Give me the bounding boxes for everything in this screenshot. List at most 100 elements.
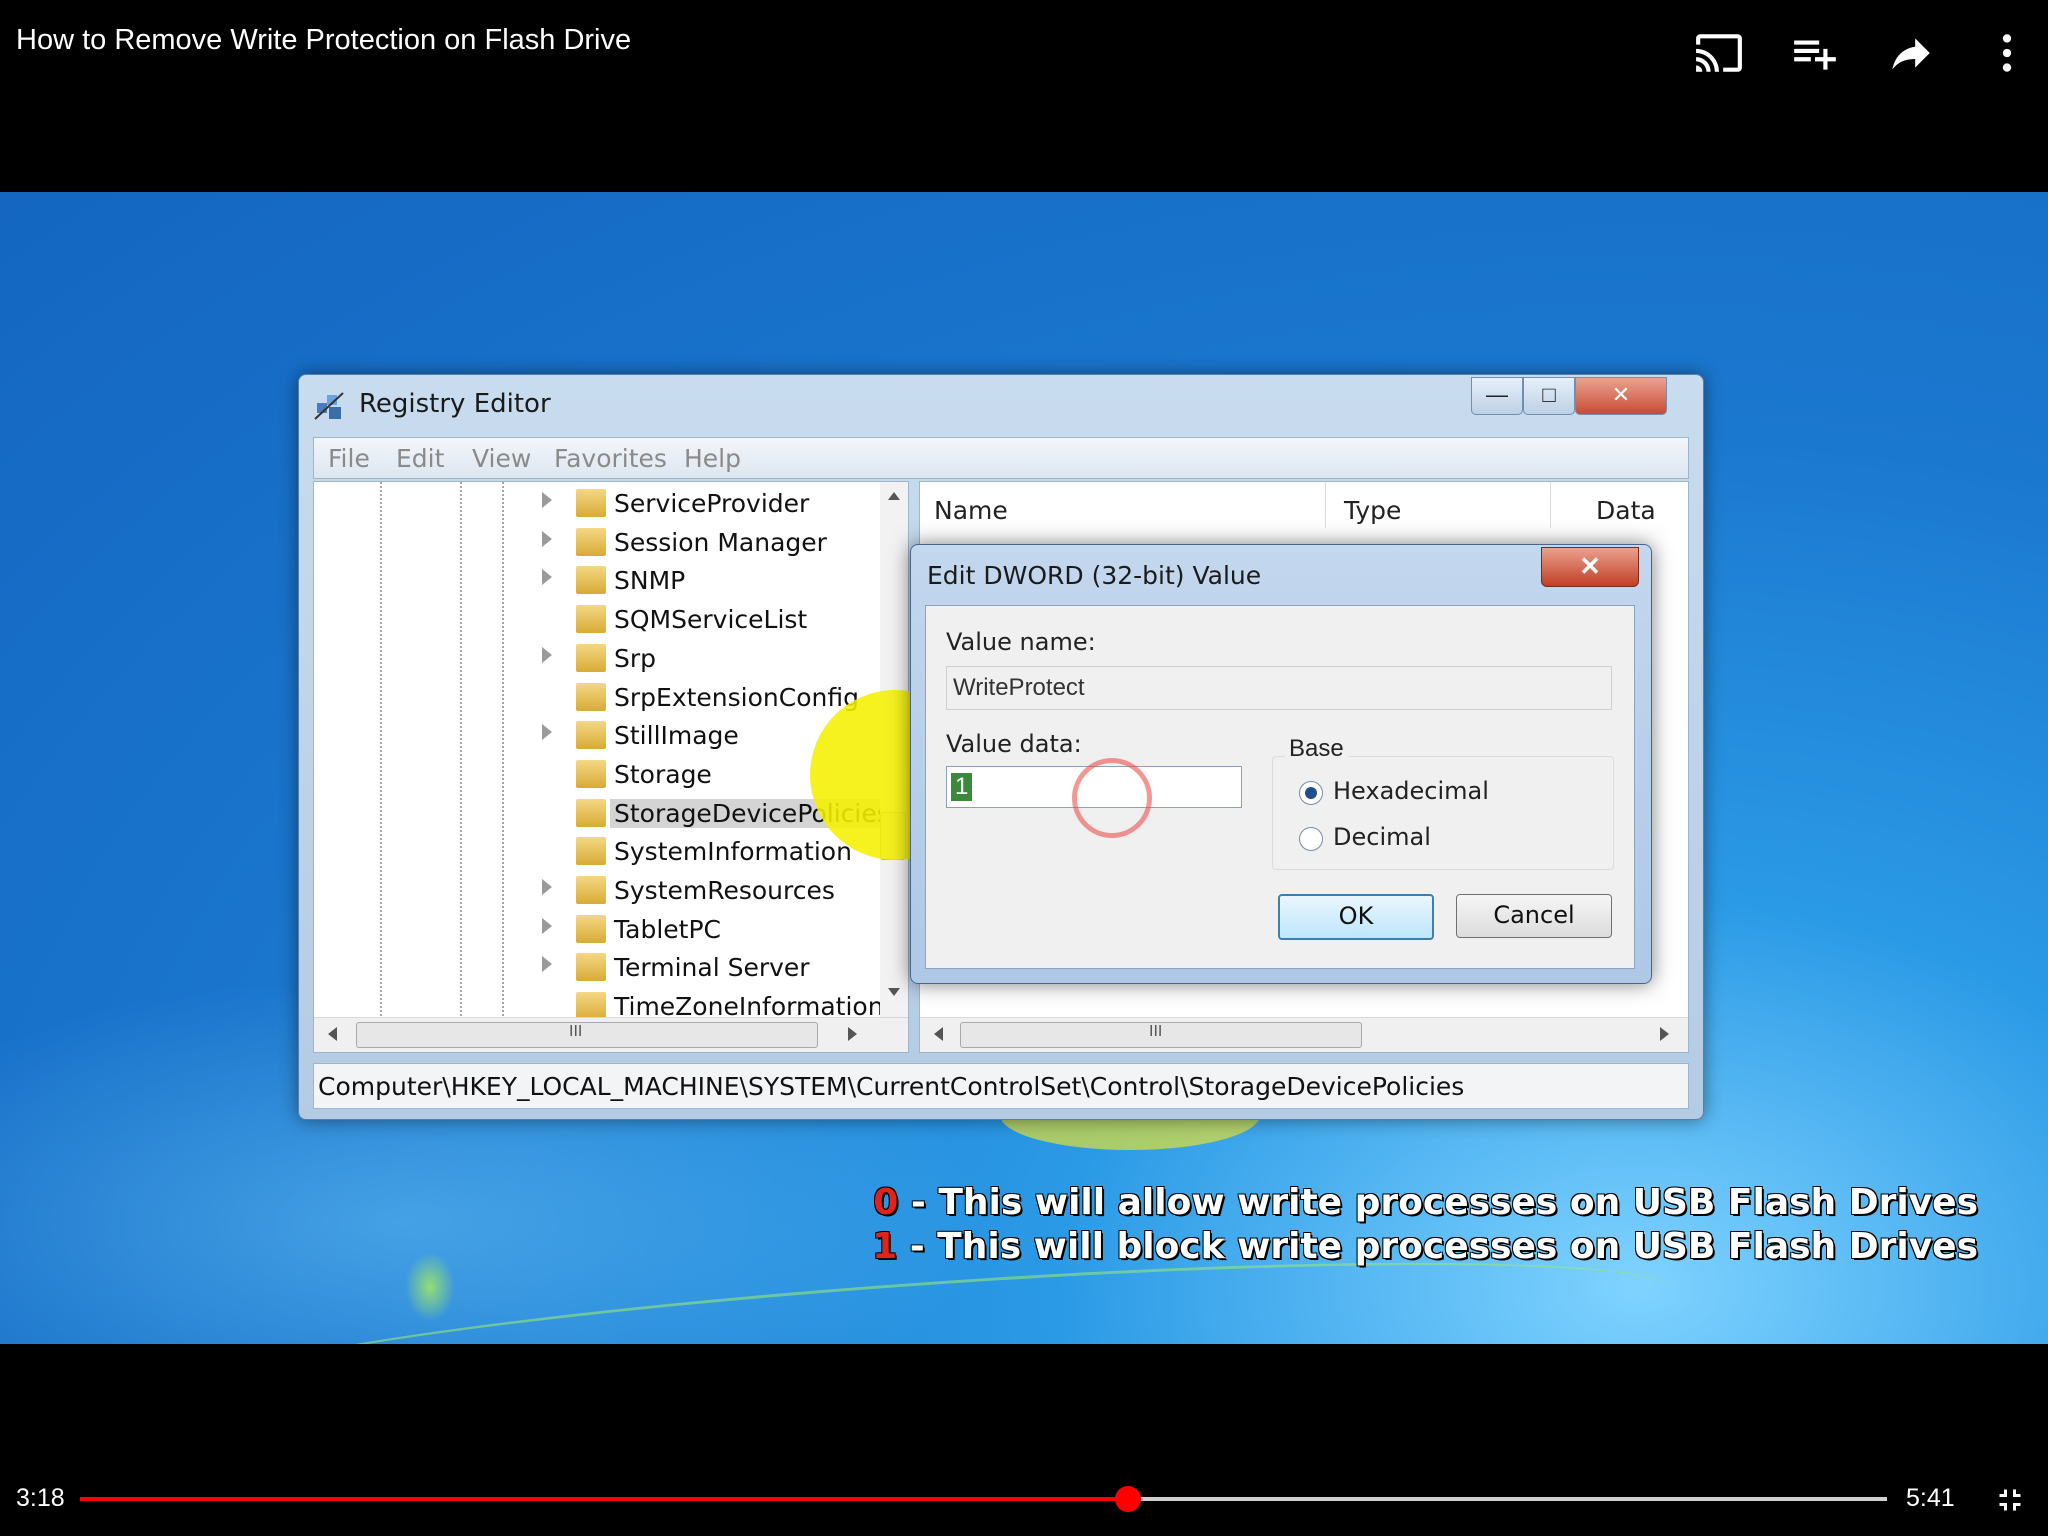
dialog-close-button[interactable]: ✕ — [1541, 547, 1639, 587]
decimal-radio[interactable] — [1299, 827, 1323, 851]
list-hscroll-thumb[interactable]: III — [960, 1022, 1362, 1048]
tree-hscroll-thumb[interactable]: III — [356, 1022, 818, 1048]
folder-icon — [576, 992, 606, 1021]
minimize-button[interactable]: — — [1471, 377, 1523, 415]
expand-arrow-icon[interactable] — [542, 492, 552, 508]
add-to-queue-icon[interactable] — [1790, 28, 1840, 78]
tree-item[interactable]: SystemInformation — [314, 832, 874, 870]
tree-item-label: StillImage — [614, 721, 739, 751]
folder-icon — [576, 721, 606, 750]
tree-item-label: Terminal Server — [614, 953, 810, 983]
tree-item-label: SNMP — [614, 566, 686, 596]
tree-item[interactable]: Srp — [314, 639, 874, 677]
scroll-left-icon[interactable] — [328, 1027, 337, 1041]
tree-item[interactable]: Session Manager — [314, 523, 874, 561]
ok-button[interactable]: OK — [1278, 894, 1434, 940]
video-top-bar: How to Remove Write Protection on Flash … — [0, 0, 2048, 110]
folder-icon — [576, 682, 606, 711]
base-group: Base Hexadecimal Decimal — [1272, 735, 1614, 870]
window-title: Registry Editor — [359, 389, 551, 419]
tree-item[interactable]: SNMP — [314, 561, 874, 599]
scroll-right-icon[interactable] — [1660, 1027, 1669, 1041]
decimal-label[interactable]: Decimal — [1333, 823, 1431, 851]
expand-arrow-icon[interactable] — [542, 646, 552, 663]
cancel-button[interactable]: Cancel — [1456, 894, 1612, 938]
tree-item-label: Session Manager — [614, 527, 827, 557]
tree-item[interactable]: StorageDevicePolicies — [314, 794, 894, 832]
folder-icon — [576, 527, 606, 556]
tree-item-label: TabletPC — [614, 914, 721, 944]
tree-item-label: Storage — [614, 759, 712, 789]
folder-icon — [576, 953, 606, 982]
cast-icon[interactable] — [1694, 28, 1744, 78]
folder-icon — [576, 643, 606, 672]
menu-favorites[interactable]: Favorites — [554, 444, 667, 473]
edit-dword-dialog: Edit DWORD (32-bit) Value ✕ Value name: … — [910, 544, 1652, 984]
folder-icon — [576, 798, 606, 827]
expand-arrow-icon[interactable] — [542, 724, 552, 741]
menu-bar: File Edit View Favorites Help — [313, 437, 1689, 479]
base-label: Base — [1285, 735, 1348, 763]
tree-item[interactable]: SQMServiceList — [314, 600, 874, 638]
scroll-left-icon[interactable] — [934, 1027, 943, 1041]
expand-arrow-icon[interactable] — [542, 530, 552, 547]
more-options-icon[interactable] — [1982, 28, 2032, 78]
tree-item[interactable]: ServiceProvider — [314, 484, 874, 522]
caption-text-0: - This will allow write processes on USB… — [898, 1182, 1978, 1223]
maximize-button[interactable]: □ — [1523, 377, 1575, 415]
progress-played — [80, 1497, 1129, 1501]
menu-help[interactable]: Help — [684, 444, 741, 473]
folder-icon — [576, 914, 606, 943]
value-name-text: WriteProtect — [953, 674, 1085, 701]
column-separator[interactable] — [1550, 482, 1551, 528]
column-header-data[interactable]: Data — [1596, 496, 1656, 525]
window-close-button[interactable]: ✕ — [1575, 377, 1667, 415]
scroll-right-icon[interactable] — [848, 1027, 857, 1041]
tree-item[interactable]: TabletPC — [314, 910, 874, 948]
column-header-name[interactable]: Name — [934, 496, 1008, 525]
expand-arrow-icon[interactable] — [542, 956, 552, 973]
expand-arrow-icon[interactable] — [542, 569, 552, 586]
caption-text-1: - This will block write processes on USB… — [897, 1226, 1978, 1267]
tree-item[interactable]: Storage — [314, 755, 874, 793]
registry-editor-icon — [313, 389, 347, 423]
tree-item[interactable]: StillImage — [314, 716, 874, 754]
share-icon[interactable] — [1886, 28, 1936, 78]
wallpaper-leaf — [405, 1252, 455, 1322]
column-header-type[interactable]: Type — [1344, 496, 1401, 525]
menu-file[interactable]: File — [328, 444, 370, 473]
progress-scrubber[interactable] — [1115, 1486, 1142, 1512]
expand-arrow-icon[interactable] — [542, 917, 552, 934]
menu-edit[interactable]: Edit — [396, 444, 444, 473]
dialog-title: Edit DWORD (32-bit) Value — [927, 561, 1262, 590]
folder-icon — [576, 489, 606, 517]
expand-arrow-icon[interactable] — [542, 879, 552, 895]
status-bar: Computer\HKEY_LOCAL_MACHINE\SYSTEM\Curre… — [313, 1063, 1689, 1109]
video-frame[interactable]: Registry Editor — □ ✕ File Edit View Fav… — [0, 192, 2048, 1344]
list-horizontal-scrollbar[interactable]: III — [920, 1017, 1688, 1052]
value-name-label: Value name: — [946, 628, 1096, 656]
value-data-text[interactable]: 1 — [951, 773, 973, 801]
tree-item[interactable]: SrpExtensionConfig — [314, 678, 874, 716]
folder-icon — [576, 876, 606, 904]
current-time: 3:18 — [16, 1484, 65, 1512]
tree-item[interactable]: SystemResources — [314, 871, 874, 909]
scroll-grip: III — [569, 1023, 583, 1040]
menu-view[interactable]: View — [472, 444, 531, 473]
tree-item-label: ServiceProvider — [614, 489, 810, 518]
hexadecimal-radio[interactable] — [1299, 781, 1323, 805]
progress-bar[interactable] — [80, 1486, 1887, 1512]
folder-icon — [576, 837, 606, 866]
value-data-label: Value data: — [946, 730, 1082, 758]
tree-item-label: Srp — [614, 643, 657, 673]
folder-icon — [576, 566, 606, 595]
exit-fullscreen-icon[interactable] — [1992, 1482, 2028, 1518]
hexadecimal-label[interactable]: Hexadecimal — [1333, 777, 1489, 805]
caption-line-0: 0 - This will allow write processes on U… — [873, 1182, 1978, 1223]
scroll-down-icon[interactable] — [888, 988, 900, 996]
click-indicator — [1072, 758, 1152, 838]
tree-item[interactable]: Terminal Server — [314, 948, 874, 986]
column-separator[interactable] — [1325, 482, 1326, 528]
tree-horizontal-scrollbar[interactable]: III — [314, 1017, 908, 1052]
scroll-up-icon[interactable] — [888, 492, 900, 500]
